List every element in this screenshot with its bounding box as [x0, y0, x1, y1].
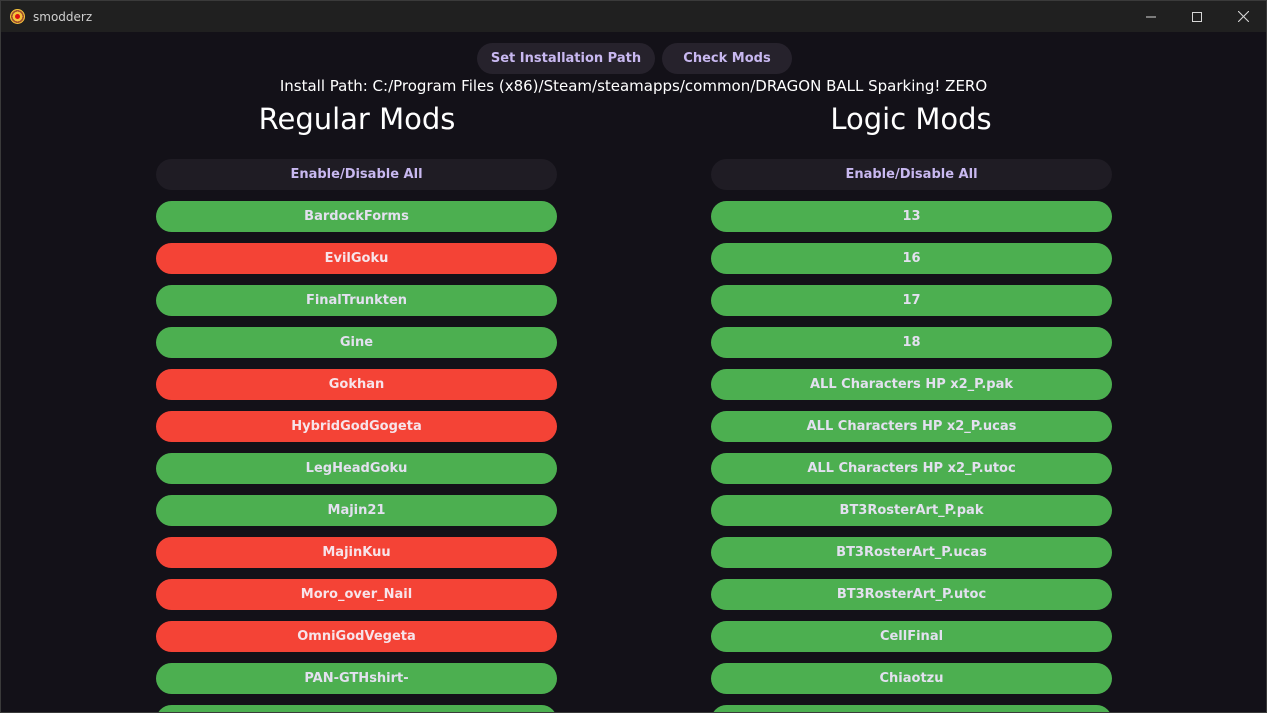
regular-mod-toggle-button[interactable]: Moro_over_Nail: [156, 579, 557, 610]
logic-mod-toggle-button[interactable]: BT3RosterArt_P.utoc: [711, 579, 1112, 610]
regular-mods-list: Enable/Disable All BardockForms EvilGoku F…: [156, 159, 557, 712]
minimize-button[interactable]: [1128, 1, 1174, 32]
logic-mod-toggle-button[interactable]: ALL Characters HP x2_P.utoc: [711, 453, 1112, 484]
regular-mod-toggle-button[interactable]: LegHeadGoku: [156, 453, 557, 484]
regular-mod-toggle-button[interactable]: PAN-GTHshirt-: [156, 663, 557, 694]
logic-mod-toggle-button[interactable]: BT3RosterArt_P.pak: [711, 495, 1112, 526]
set-installation-path-button[interactable]: Set Installation Path: [477, 43, 655, 74]
window-title: smodderz: [33, 9, 93, 24]
maximize-button[interactable]: [1174, 1, 1220, 32]
logic-mod-toggle-button[interactable]: ALL Characters HP x2_P.pak: [711, 369, 1112, 400]
regular-mod-toggle-button[interactable]: Gokhan: [156, 369, 557, 400]
regular-mod-toggle-button[interactable]: FinalTrunkten: [156, 285, 557, 316]
regular-mods-title: Regular Mods: [258, 102, 456, 136]
regular-mod-toggle-button[interactable]: [156, 705, 557, 712]
regular-mod-toggle-button[interactable]: OmniGodVegeta: [156, 621, 557, 652]
logic-mod-toggle-button[interactable]: 16: [711, 243, 1112, 274]
close-button[interactable]: [1220, 1, 1266, 32]
main-content: Set Installation Path Check Mods Install…: [1, 32, 1266, 712]
install-path-label: Install Path: C:/Program Files (x86)/Ste…: [279, 77, 988, 95]
logic-mod-toggle-button[interactable]: 18: [711, 327, 1112, 358]
logic-mods-list: Enable/Disable All 13 16 17 18 ALL Character…: [711, 159, 1112, 712]
logic-mod-toggle-button[interactable]: BT3RosterArt_P.ucas: [711, 537, 1112, 568]
close-icon: [1237, 11, 1249, 22]
minimize-icon: [1146, 16, 1156, 17]
logic-toggle-all-button[interactable]: Enable/Disable All: [711, 159, 1112, 190]
maximize-icon: [1192, 11, 1202, 22]
logic-mod-toggle-button[interactable]: CellFinal: [711, 621, 1112, 652]
logic-mod-toggle-button[interactable]: 17: [711, 285, 1112, 316]
regular-mod-toggle-button[interactable]: EvilGoku: [156, 243, 557, 274]
regular-mod-toggle-button[interactable]: Majin21: [156, 495, 557, 526]
app-window: smodderz Set Installation Path Check Mod…: [0, 0, 1267, 713]
regular-mod-toggle-button[interactable]: BardockForms: [156, 201, 557, 232]
logic-mod-toggle-button[interactable]: 13: [711, 201, 1112, 232]
logic-mod-toggle-button[interactable]: ALL Characters HP x2_P.ucas: [711, 411, 1112, 442]
app-icon: [10, 9, 25, 24]
window-controls: [1128, 1, 1266, 32]
regular-mod-toggle-button[interactable]: Gine: [156, 327, 557, 358]
logic-mod-toggle-button[interactable]: [711, 705, 1112, 712]
regular-mod-toggle-button[interactable]: HybridGodGogeta: [156, 411, 557, 442]
logic-mod-toggle-button[interactable]: Chiaotzu: [711, 663, 1112, 694]
regular-mod-toggle-button[interactable]: MajinKuu: [156, 537, 557, 568]
check-mods-button[interactable]: Check Mods: [662, 43, 792, 74]
regular-toggle-all-button[interactable]: Enable/Disable All: [156, 159, 557, 190]
logic-mods-title: Logic Mods: [830, 102, 992, 136]
title-bar[interactable]: smodderz: [1, 1, 1266, 32]
